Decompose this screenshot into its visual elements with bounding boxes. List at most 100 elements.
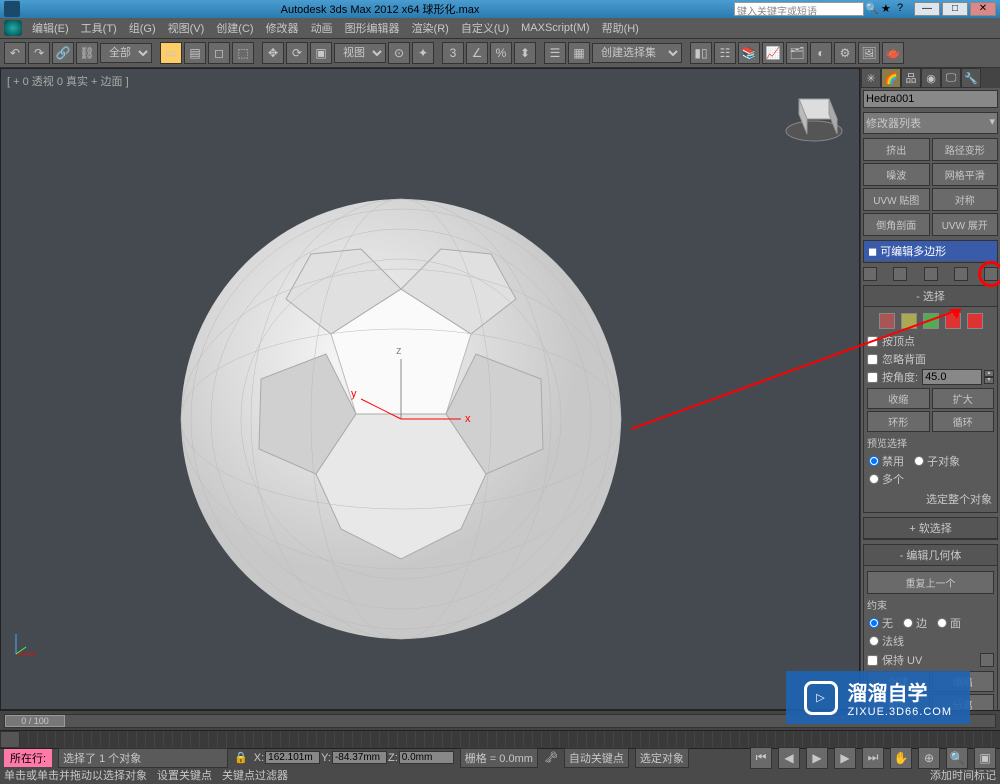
named-selset-button[interactable]: ▦ (568, 42, 590, 64)
time-slider-handle[interactable]: 0 / 100 (5, 715, 65, 727)
element-mode-icon[interactable] (967, 313, 983, 329)
tab-motion[interactable]: ◉ (921, 68, 941, 88)
select-name-button[interactable]: ▤ (184, 42, 206, 64)
mod-pathdeform[interactable]: 路径变形 (932, 138, 999, 161)
goto-end-button[interactable]: ⏭ (862, 747, 884, 769)
rollout-selection-header[interactable]: - 选择 (864, 286, 997, 307)
y-coord-field[interactable]: -84.37mm (332, 751, 387, 764)
rollout-editgeo-header[interactable]: - 编辑几何体 (864, 545, 997, 566)
autokey-button[interactable]: 自动关键点 (564, 748, 629, 768)
next-frame-button[interactable]: ▶ (834, 747, 856, 769)
border-mode-icon[interactable] (923, 313, 939, 329)
move-button[interactable]: ✥ (262, 42, 284, 64)
menu-animation[interactable]: 动画 (305, 18, 339, 38)
window-crossing-button[interactable]: ⬚ (232, 42, 254, 64)
app-menu-icon[interactable] (4, 20, 22, 36)
ignore-backfacing-checkbox[interactable] (867, 354, 878, 365)
menu-edit[interactable]: 编辑(E) (26, 18, 75, 38)
pivot-button[interactable]: ⊙ (388, 42, 410, 64)
selset-status[interactable]: 选定对象 (635, 748, 689, 768)
configure-sets-button[interactable] (984, 267, 998, 281)
mod-meshsmooth[interactable]: 网格平滑 (932, 163, 999, 186)
tab-hierarchy[interactable]: 品 (901, 68, 921, 88)
key-mode-icon[interactable]: 🗝 (544, 751, 558, 764)
preview-sub-radio[interactable] (914, 456, 924, 466)
undo-button[interactable]: ↶ (4, 42, 26, 64)
snap-toggle-button[interactable]: 3 (442, 42, 464, 64)
maximize-button[interactable]: □ (942, 2, 968, 16)
pin-stack-button[interactable] (863, 267, 877, 281)
tab-modify[interactable]: 🌈 (881, 68, 901, 88)
mod-extrude[interactable]: 挤出 (863, 138, 930, 161)
rotate-button[interactable]: ⟳ (286, 42, 308, 64)
remove-mod-button[interactable] (954, 267, 968, 281)
help-icon[interactable]: ? (897, 2, 911, 16)
menu-graph[interactable]: 图形编辑器 (339, 18, 406, 38)
selection-set-select[interactable]: 创建选择集 (592, 43, 682, 63)
x-coord-field[interactable]: 162.101m (265, 751, 320, 764)
object-name-field[interactable]: Hedra001 (863, 90, 998, 108)
layers-button[interactable]: 📚 (738, 42, 760, 64)
scale-button[interactable]: ▣ (310, 42, 332, 64)
viewport[interactable]: [ + 0 透视 0 真实 + 边面 ] (0, 68, 860, 710)
percent-snap-button[interactable]: % (490, 42, 512, 64)
schematic-button[interactable]: 🗂 (786, 42, 808, 64)
preserve-uv-checkbox[interactable] (867, 655, 878, 666)
detach-button[interactable]: 分离 (932, 694, 995, 710)
schematic-view-button[interactable]: ☰ (544, 42, 566, 64)
ref-coord-select[interactable]: 视图 (334, 43, 386, 63)
stack-item-editpoly[interactable]: ◼ 可编辑多边形 (864, 241, 997, 262)
minimize-button[interactable]: — (914, 2, 940, 16)
attach-button[interactable]: 附加 (867, 694, 930, 710)
viewcube-icon[interactable] (779, 79, 849, 149)
goto-start-button[interactable]: ⏮ (750, 747, 772, 769)
polygon-mode-icon[interactable] (945, 313, 961, 329)
constraint-normal-radio[interactable] (869, 636, 879, 646)
collapse-button[interactable]: 塌陷 (932, 671, 995, 692)
manipulate-button[interactable]: ✦ (412, 42, 434, 64)
selection-filter-select[interactable]: 全部 (100, 43, 152, 63)
show-end-button[interactable] (893, 267, 907, 281)
link-button[interactable]: 🔗 (52, 42, 74, 64)
trackbar-button[interactable] (0, 731, 20, 748)
zoom-view-button[interactable]: 🔍 (946, 747, 968, 769)
ring-button[interactable]: 环形 (867, 411, 930, 432)
keyfilter-button[interactable]: 关键点过滤器 (222, 767, 288, 783)
unlink-button[interactable]: ⛓ (76, 42, 98, 64)
constraint-edge-radio[interactable] (903, 618, 913, 628)
menu-rendering[interactable]: 渲染(R) (406, 18, 455, 38)
menu-views[interactable]: 视图(V) (162, 18, 211, 38)
curve-editor-button[interactable]: 📈 (762, 42, 784, 64)
grow-button[interactable]: 扩大 (932, 388, 995, 409)
viewport-label[interactable]: [ + 0 透视 0 真实 + 边面 ] (7, 73, 129, 89)
angle-snap-button[interactable]: ∠ (466, 42, 488, 64)
lock-icon[interactable]: 🔒 (234, 751, 248, 764)
redo-button[interactable]: ↷ (28, 42, 50, 64)
mod-noise[interactable]: 噪波 (863, 163, 930, 186)
maxscript-tag[interactable]: 所在行: (4, 749, 52, 767)
help-search-input[interactable]: 键入关键字或短语 (734, 2, 864, 16)
render-setup-button[interactable]: ⚙ (834, 42, 856, 64)
loop-button[interactable]: 循环 (932, 411, 995, 432)
z-coord-field[interactable]: 0.0mm (399, 751, 454, 764)
by-angle-checkbox[interactable] (867, 372, 878, 383)
orbit-view-button[interactable]: ⊕ (918, 747, 940, 769)
constraint-face-radio[interactable] (937, 618, 947, 628)
search-icon[interactable]: 🔍 (865, 2, 879, 16)
angle-up-button[interactable]: ▴ (984, 370, 994, 377)
time-slider[interactable]: 0 / 100 (0, 710, 1000, 730)
render-frame-button[interactable]: 🖼 (858, 42, 880, 64)
create-button[interactable]: 创建 (867, 671, 930, 692)
menu-help[interactable]: 帮助(H) (596, 18, 645, 38)
rollout-softsel-header[interactable]: + 软选择 (864, 518, 997, 539)
pan-view-button[interactable]: ✋ (890, 747, 912, 769)
prev-frame-button[interactable]: ◀ (778, 747, 800, 769)
edge-mode-icon[interactable] (901, 313, 917, 329)
shrink-button[interactable]: 收缩 (867, 388, 930, 409)
play-button[interactable]: ▶ (806, 747, 828, 769)
spinner-snap-button[interactable]: ⬍ (514, 42, 536, 64)
angle-down-button[interactable]: ▾ (984, 377, 994, 384)
select-button[interactable]: ▭ (160, 42, 182, 64)
repeat-last-button[interactable]: 重复上一个 (867, 571, 994, 594)
vertex-mode-icon[interactable] (879, 313, 895, 329)
